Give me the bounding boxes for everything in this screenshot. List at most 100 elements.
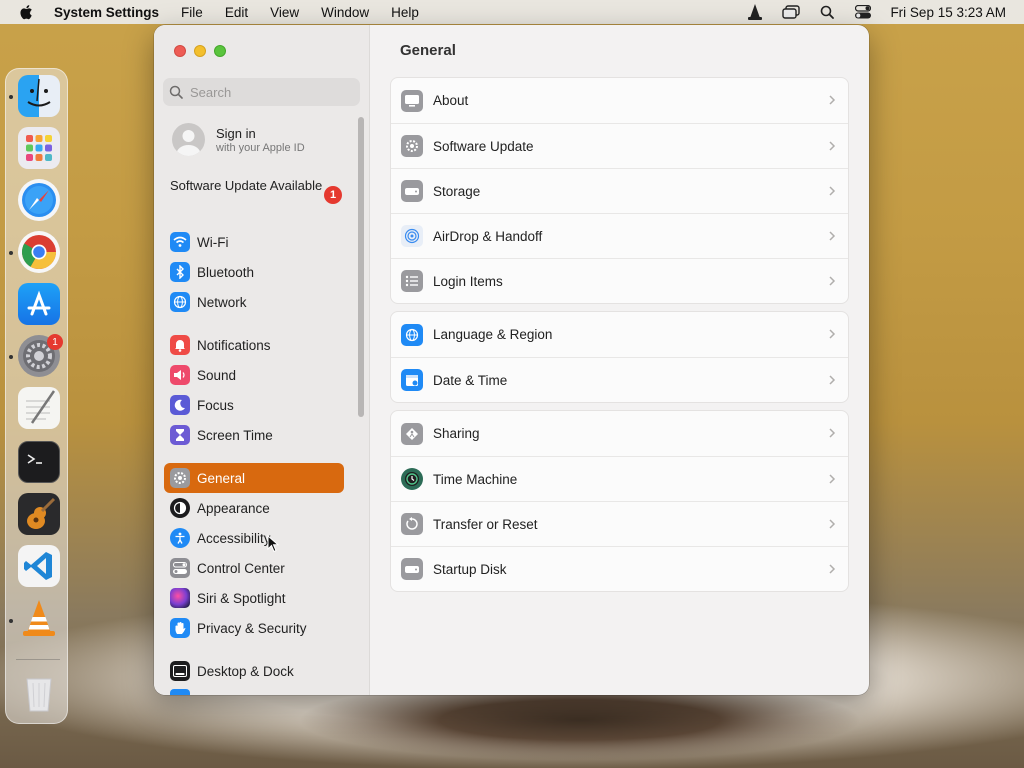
dock-icon	[170, 661, 190, 681]
row-label: Time Machine	[433, 471, 518, 487]
apple-id-signin[interactable]: Sign in with your Apple ID	[172, 123, 305, 156]
textedit-icon[interactable]	[18, 387, 60, 429]
search-placeholder: Search	[190, 84, 232, 100]
app-name-menu[interactable]: System Settings	[54, 5, 159, 20]
row-startup-disk[interactable]: Startup Disk	[391, 546, 848, 591]
chevron-right-icon	[829, 329, 836, 339]
row-time-machine[interactable]: Time Machine	[391, 456, 848, 501]
menu-window[interactable]: Window	[321, 5, 369, 20]
sidebar-item-control-center[interactable]: Control Center	[164, 553, 344, 583]
close-window-button[interactable]	[174, 45, 186, 57]
row-label: AirDrop & Handoff	[433, 228, 543, 244]
sidebar-item-label: General	[197, 470, 246, 486]
menu-edit[interactable]: Edit	[225, 5, 248, 20]
app-store-icon[interactable]	[18, 283, 60, 325]
vlc-icon[interactable]	[746, 4, 764, 20]
sidebar-scrollbar[interactable]	[358, 117, 364, 417]
dock-separator	[16, 659, 60, 660]
row-label: Date & Time	[433, 372, 508, 388]
vscode-icon[interactable]	[18, 545, 60, 587]
menu-bar: System Settings File Edit View Window He…	[0, 0, 1024, 24]
search-field[interactable]: Search	[163, 78, 360, 106]
apple-menu-icon[interactable]	[18, 3, 36, 21]
calendar-icon	[401, 369, 423, 391]
control-center-icon[interactable]	[854, 4, 872, 20]
menu-file[interactable]: File	[181, 5, 203, 20]
update-badge: 1	[324, 186, 342, 204]
software-update-available[interactable]: Software Update Available 1	[170, 178, 342, 204]
sidebar-item-label: Accessibility	[197, 530, 271, 546]
minimize-window-button[interactable]	[194, 45, 206, 57]
row-transfer-reset[interactable]: Transfer or Reset	[391, 501, 848, 546]
row-airdrop-handoff[interactable]: AirDrop & Handoff	[391, 213, 848, 258]
airdrop-icon	[401, 225, 423, 247]
row-date-time[interactable]: Date & Time	[391, 357, 848, 402]
finder-icon[interactable]	[18, 75, 60, 117]
sidebar-item-label: Focus	[197, 397, 234, 413]
chevron-right-icon	[829, 186, 836, 196]
wallpaper-shadow	[300, 690, 860, 768]
row-storage[interactable]: Storage	[391, 168, 848, 213]
chrome-icon[interactable]	[18, 231, 60, 273]
dock-running-indicator	[9, 355, 13, 359]
sidebar-item-notifications[interactable]: Notifications	[164, 330, 344, 360]
transfer-reset-icon	[401, 513, 423, 535]
page-title: General	[400, 42, 456, 59]
vlc-dock-icon[interactable]	[18, 597, 60, 639]
row-label: Sharing	[433, 426, 480, 441]
sidebar-item-privacy-security[interactable]: Privacy & Security	[164, 613, 344, 643]
zoom-window-button[interactable]	[214, 45, 226, 57]
dock-running-indicator	[9, 251, 13, 255]
sidebar-item-network[interactable]: Network	[164, 287, 344, 317]
row-label: Login Items	[433, 273, 503, 289]
menu-help[interactable]: Help	[391, 5, 419, 20]
row-login-items[interactable]: Login Items	[391, 258, 848, 303]
sidebar-item-appearance[interactable]: Appearance	[164, 493, 344, 523]
dock: 1	[5, 68, 68, 724]
sidebar-item-label: Appearance	[197, 500, 270, 516]
sidebar-item-sound[interactable]: Sound	[164, 360, 344, 390]
hourglass-icon	[170, 425, 190, 445]
settings-group: Sharing Time Machine Transfer or Reset S…	[390, 410, 849, 592]
row-software-update[interactable]: Software Update	[391, 123, 848, 168]
speaker-icon	[170, 365, 190, 385]
chevron-right-icon	[829, 474, 836, 484]
sidebar-item-desktop-dock[interactable]: Desktop & Dock	[164, 656, 344, 686]
sidebar-item-bluetooth[interactable]: Bluetooth	[164, 257, 344, 287]
search-icon	[169, 85, 183, 99]
appearance-icon	[170, 498, 190, 518]
content-pane: General About Software Update Storage Ai…	[370, 25, 869, 695]
row-language-region[interactable]: Language & Region	[391, 312, 848, 357]
spotlight-search-icon[interactable]	[818, 4, 836, 20]
sidebar-item-label: Control Center	[197, 560, 285, 576]
sidebar-item-general[interactable]: General	[164, 463, 344, 493]
startup-disk-icon	[401, 558, 423, 580]
row-about[interactable]: About	[391, 78, 848, 123]
safari-icon[interactable]	[18, 179, 60, 221]
accessibility-icon	[170, 528, 190, 548]
garageband-icon[interactable]	[18, 493, 60, 535]
trash-icon[interactable]	[18, 673, 60, 715]
terminal-icon[interactable]	[18, 441, 60, 483]
moon-icon	[170, 395, 190, 415]
chevron-right-icon	[829, 95, 836, 105]
about-icon	[401, 89, 423, 112]
row-label: Software Update	[433, 138, 534, 154]
sidebar-item-label: Screen Time	[197, 427, 273, 443]
sidebar-item-siri-spotlight[interactable]: Siri & Spotlight	[164, 583, 344, 613]
language-globe-icon	[401, 323, 423, 346]
chevron-right-icon	[829, 141, 836, 151]
screen-mirroring-icon[interactable]	[782, 4, 801, 20]
sidebar-item-screen-time[interactable]: Screen Time	[164, 420, 344, 450]
sidebar-item-accessibility[interactable]: Accessibility	[164, 523, 344, 553]
menu-view[interactable]: View	[270, 5, 299, 20]
launchpad-icon[interactable]	[18, 127, 60, 169]
menu-bar-clock[interactable]: Fri Sep 15 3:23 AM	[890, 5, 1006, 20]
row-sharing[interactable]: Sharing	[391, 411, 848, 456]
avatar	[172, 123, 205, 156]
time-machine-icon	[401, 468, 423, 490]
sidebar-item-focus[interactable]: Focus	[164, 390, 344, 420]
signin-subtitle: with your Apple ID	[216, 141, 305, 154]
chevron-right-icon	[829, 519, 836, 529]
sidebar-item-wifi[interactable]: Wi-Fi	[164, 227, 344, 257]
